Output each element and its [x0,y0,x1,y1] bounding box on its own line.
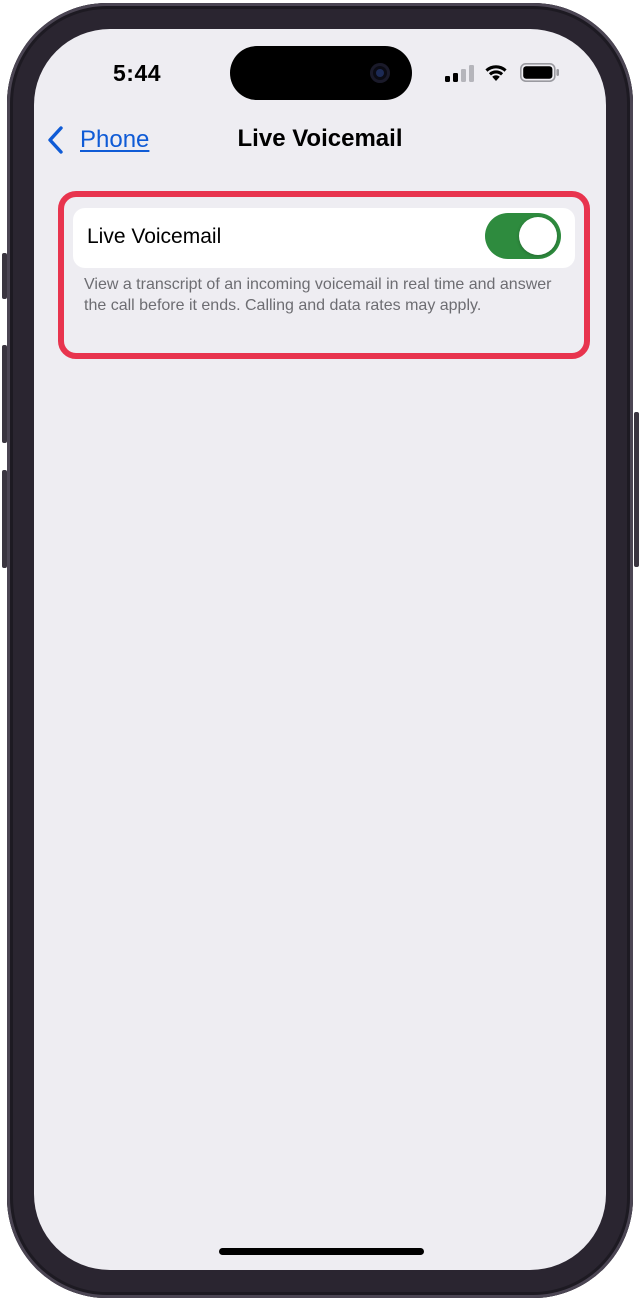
action-button [2,253,7,299]
live-voicemail-toggle[interactable] [485,213,561,259]
signal-icon [445,65,474,82]
toggle-knob [519,217,557,255]
dynamic-island [230,46,412,100]
status-time: 5:44 [113,60,162,86]
power-button [634,412,639,567]
volume-down-button [2,470,7,568]
live-voicemail-description: View a transcript of an incoming voicema… [84,276,552,314]
front-camera-icon [370,63,390,83]
live-voicemail-label: Live Voicemail [87,225,222,248]
wifi-icon [485,65,507,81]
screen: 5:44 Phone Live Voicemail Live Voicemail… [34,29,606,1270]
home-indicator[interactable] [219,1248,424,1255]
highlighted-settings-group: Live Voicemail View a transcript of an i… [58,191,590,359]
page: 5:44 Phone Live Voicemail Live Voicemail… [0,0,642,1301]
page-title: Live Voicemail [237,125,403,152]
battery-icon [520,63,559,82]
volume-up-button [2,345,7,443]
live-voicemail-row: Live Voicemail [73,208,575,268]
